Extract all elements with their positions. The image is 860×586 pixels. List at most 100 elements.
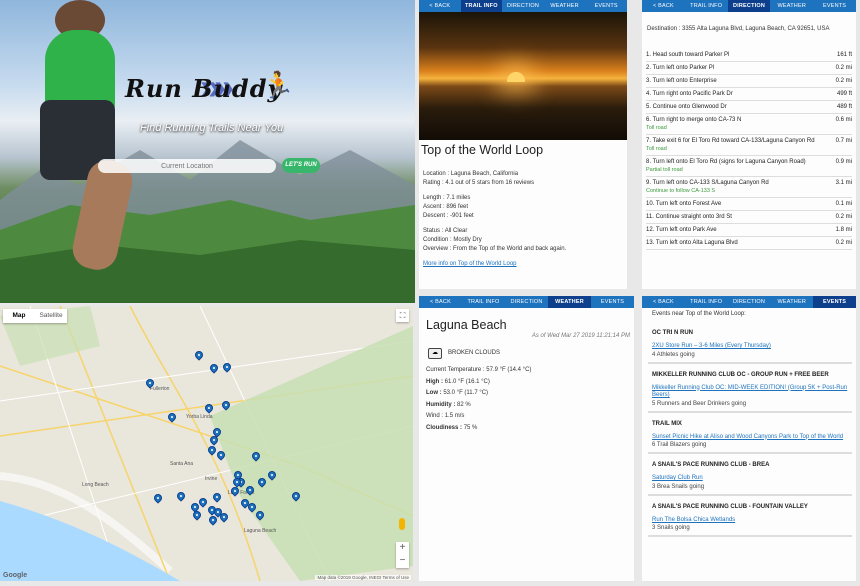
tab-events[interactable]: EVENTS [585,0,627,12]
step-distance: 489 ft [836,104,852,110]
event-link[interactable]: Run The Bolsa Chica Wetlands [652,517,848,525]
tab-back[interactable]: < BACK [642,296,685,308]
event-attendance: 3 Snails going [652,525,690,531]
tab-bar: < BACK TRAIL INFO DIRECTION WEATHER EVEN… [642,0,856,12]
fullscreen-icon[interactable]: ⛶ [396,309,409,322]
weather-high: 61.0 °F (16.1 °C) [444,378,490,385]
tab-back[interactable]: < BACK [642,0,685,12]
direction-step: 4. Turn right onto Pacific Park Dr 499 ft [646,88,852,101]
tab-events[interactable]: EVENTS [591,296,634,308]
trail-details: Location : Laguna Beach, California Rati… [423,170,623,269]
step-distance: 0.9 mi [835,159,852,165]
event-link[interactable]: 2XU Store Run – 3-6 Miles (Every Thursda… [652,343,848,351]
tab-weather[interactable]: WEATHER [544,0,586,12]
city-label: Irvine [205,476,218,482]
events-heading: Events near Top of the World Loop: [652,311,746,317]
direction-step: 2. Turn left onto Parker Pl 0.2 mi [646,62,852,75]
tab-trail-info[interactable]: TRAIL INFO [462,296,505,308]
step-text: 8. Turn left onto El Toro Rd (signs for … [646,159,806,165]
label: Ascent : [423,204,445,210]
running-man-icon: 🏃 [262,70,295,100]
label: Location : [423,171,450,177]
event-group: A SNAIL'S PACE RUNNING CLUB - BREA [652,462,770,468]
step-text: 9. Turn left onto CA-133 S/Laguna Canyon… [646,180,769,186]
city-label: Santa Ana [170,461,194,467]
label: Rating : [423,180,444,186]
tab-direction[interactable]: DIRECTION [502,0,544,12]
event-attendance: 3 Brea Snails going [652,483,705,490]
direction-step: 12. Turn left onto Park Ave 1.8 mi [646,224,852,237]
tab-events[interactable]: EVENTS [813,296,856,308]
map-type-map[interactable]: Map [3,309,35,323]
step-note: Continue to follow CA-133 S [646,188,716,194]
tab-back[interactable]: < BACK [419,296,462,308]
pegman-icon[interactable] [399,518,405,530]
tab-events[interactable]: EVENTS [813,0,856,12]
tab-direction[interactable]: DIRECTION [728,296,771,308]
event-link[interactable]: Saturday Club Run [652,475,848,483]
tab-weather[interactable]: WEATHER [548,296,591,308]
lets-run-button[interactable]: LET'S RUN [282,158,320,173]
direction-step: 7. Take exit 6 for El Toro Rd toward CA-… [646,135,852,156]
location-input[interactable] [98,159,276,173]
tab-trail-info[interactable]: TRAIL INFO [685,0,728,12]
tab-weather[interactable]: WEATHER [770,296,813,308]
step-distance: 0.1 mi [835,201,852,207]
step-body: 6. Turn right to merge onto CA-73 N Toll … [646,116,741,132]
tab-back[interactable]: < BACK [419,0,461,12]
step-text: 2. Turn left onto Parker Pl [646,65,715,71]
step-body: 3. Turn left onto Enterprise [646,77,717,85]
step-text: 11. Continue straight onto 3rd St [646,214,732,220]
hero-section: »» Run Buddy 🏃 Find Running Trails Near … [0,0,415,303]
trail-overview: From the Top of the World and back again… [453,246,567,252]
weather-low: 53.0 °F (11.7 °C) [443,390,489,396]
event-item: OC TRI N RUN 2XU Store Run – 3-6 Miles (E… [648,322,852,364]
weather-city: Laguna Beach [426,318,507,332]
step-body: 4. Turn right onto Pacific Park Dr [646,90,733,98]
step-note: Toll road [646,146,667,152]
direction-step: 9. Turn left onto CA-133 S/Laguna Canyon… [646,177,852,198]
trail-length: 7.1 miles [446,195,471,201]
event-link[interactable]: Sunset Picnic Hike at Aliso and Wood Can… [652,434,848,442]
step-body: 10. Turn left onto Forest Ave [646,200,721,208]
direction-step: 11. Continue straight onto 3rd St 0.2 mi [646,211,852,224]
city-label: Yorba Linda [186,414,213,420]
direction-steps: 1. Head south toward Parker Pl 161 ft 2. T… [646,49,852,250]
tab-bar: < BACK TRAIL INFO DIRECTION WEATHER EVEN… [642,296,856,308]
zoom-control: + − [396,542,409,568]
sun-shape [507,72,525,82]
map-attribution[interactable]: Map data ©2019 Google, INEGI Terms of Us… [315,575,411,580]
step-distance: 161 ft [836,52,852,58]
zoom-in-icon[interactable]: + [396,542,409,555]
step-body: 9. Turn left onto CA-133 S/Laguna Canyon… [646,179,769,195]
step-text: 6. Turn right to merge onto CA-73 N [646,117,742,123]
event-attendance: 5 Runners and Beer Drinkers going [652,400,747,407]
label: Humidity : [426,401,456,408]
direction-step: 6. Turn right to merge onto CA-73 N Toll … [646,114,852,135]
tab-trail-info[interactable]: TRAIL INFO [460,0,503,12]
label: Condition : [423,237,452,243]
tab-bar: < BACK TRAIL INFO DIRECTION WEATHER EVEN… [419,296,634,308]
event-group: OC TRI N RUN [652,330,693,336]
weather-panel: < BACK TRAIL INFO DIRECTION WEATHER EVEN… [419,296,634,581]
trail-condition: Mostly Dry [453,237,482,243]
tab-weather[interactable]: WEATHER [770,0,813,12]
event-link[interactable]: Mikkeller Running Club OC: MID-WEEK EDIT… [652,385,848,400]
weather-humidity: 82 % [457,401,471,408]
direction-step: 1. Head south toward Parker Pl 161 ft [646,49,852,62]
trail-map[interactable]: Map Satellite ⛶ + − Fullerton Yorba Linda… [0,306,413,581]
step-body: 8. Turn left onto El Toro Rd (signs for … [646,158,806,174]
step-distance: 0.2 mi [835,240,852,246]
label: Wind : [426,413,444,419]
label: Low : [426,390,442,396]
tab-direction[interactable]: DIRECTION [505,296,548,308]
zoom-out-icon[interactable]: − [396,555,409,568]
tab-trail-info[interactable]: TRAIL INFO [685,296,728,308]
trail-title: Top of the World Loop [421,143,544,157]
cloud-icon: ☁ [428,348,442,359]
step-distance: 0.2 mi [835,78,852,84]
step-distance: 1.8 mi [835,227,852,233]
more-info-link[interactable]: More info on Top of the World Loop [423,261,517,267]
tab-direction[interactable]: DIRECTION [727,0,771,12]
map-type-satellite[interactable]: Satellite [35,309,67,323]
